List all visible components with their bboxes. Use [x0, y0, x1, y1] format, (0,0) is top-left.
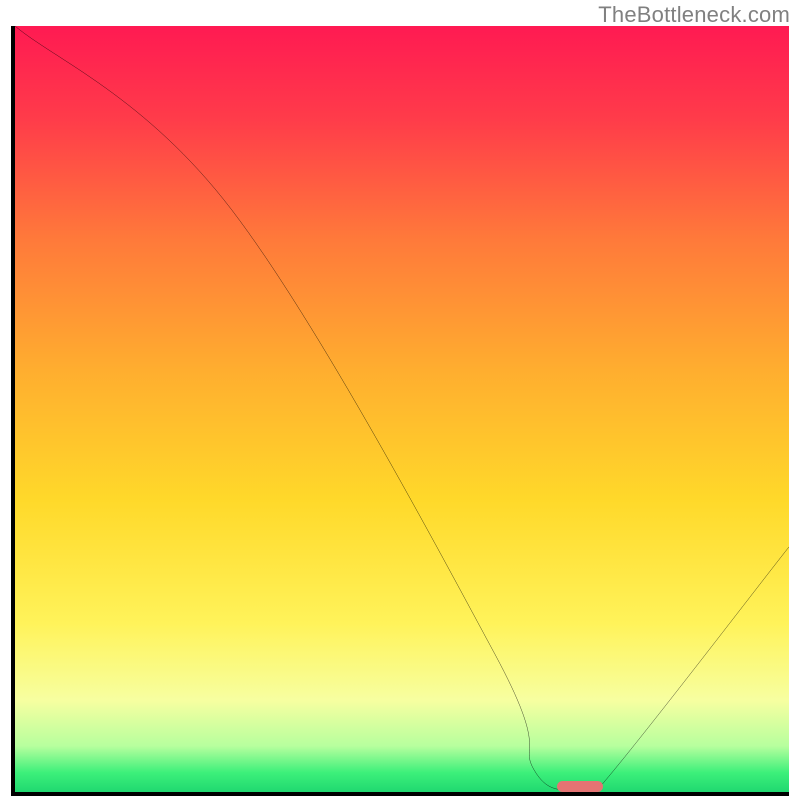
- plot-axes: [11, 26, 789, 796]
- bottleneck-curve: [15, 26, 789, 792]
- curve-path: [15, 26, 789, 792]
- optimal-marker: [557, 781, 603, 792]
- watermark-text: TheBottleneck.com: [598, 2, 790, 28]
- chart-frame: TheBottleneck.com: [0, 0, 800, 800]
- plot-area: [15, 26, 789, 792]
